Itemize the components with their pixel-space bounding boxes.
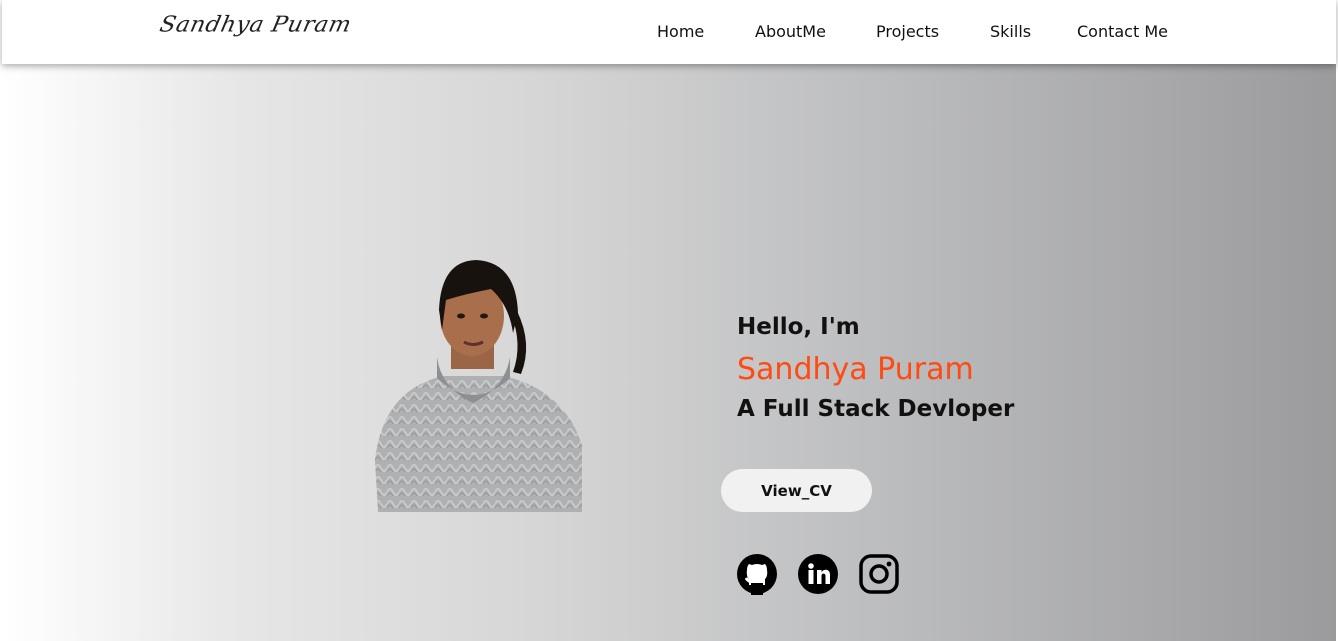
- nav-contact-me[interactable]: Contact Me: [1077, 22, 1168, 41]
- nav-skills[interactable]: Skills: [990, 22, 1031, 41]
- hero-role: A Full Stack Devloper: [737, 396, 1015, 422]
- hero-name: Sandhya Puram: [737, 352, 974, 387]
- profile-photo: [363, 258, 582, 512]
- instagram-icon[interactable]: [858, 553, 900, 595]
- hero-greeting: Hello, I'm: [737, 314, 860, 340]
- nav-links: Home AboutMe Projects Skills Contact Me: [2, 22, 1336, 44]
- nav-about-me[interactable]: AboutMe: [755, 22, 826, 41]
- nav-home[interactable]: Home: [657, 22, 704, 41]
- linkedin-icon[interactable]: [797, 553, 839, 595]
- profile-portrait-image: [375, 260, 582, 512]
- nav-projects[interactable]: Projects: [876, 22, 939, 41]
- navbar: Sandhya Puram Home AboutMe Projects Skil…: [2, 0, 1336, 64]
- github-icon[interactable]: [736, 553, 778, 595]
- view-cv-button[interactable]: View_CV: [721, 469, 872, 512]
- hero-section: [2, 64, 1336, 641]
